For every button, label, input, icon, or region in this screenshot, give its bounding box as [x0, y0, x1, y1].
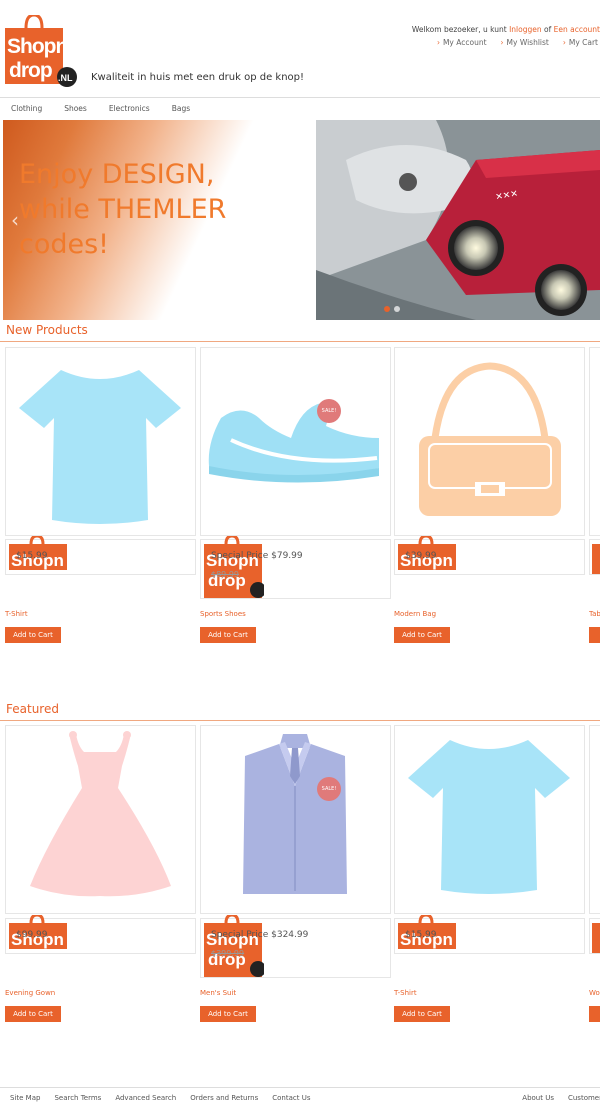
product-name[interactable]: T-Shirt: [5, 610, 28, 618]
footer-divider: [0, 1087, 600, 1088]
watermark-logo-icon: [592, 923, 600, 953]
slider-line-2: while THEMLER: [19, 194, 227, 225]
add-to-cart-button[interactable]: [589, 627, 600, 643]
product-image-tshirt[interactable]: [394, 725, 585, 914]
add-to-cart-button[interactable]: [589, 1006, 600, 1022]
special-price-value: $79.99: [271, 551, 303, 561]
watermark-logo-icon: Shopn drop: [204, 915, 264, 977]
site-logo[interactable]: Shopn drop .NL: [5, 13, 77, 90]
add-to-cart-button[interactable]: Add to Cart: [394, 1006, 450, 1022]
welcome-message: Welkom bezoeker, u kunt Inloggen of Een …: [412, 25, 600, 34]
product-image-sports-shoes[interactable]: SALE!: [200, 347, 391, 536]
slider-prev-icon[interactable]: ‹: [11, 208, 19, 232]
nav-item-bags[interactable]: Bags: [161, 104, 201, 113]
footer-link-search-terms[interactable]: Search Terms: [54, 1094, 101, 1102]
old-price: $89.99: [211, 570, 239, 579]
account-links: › My Account › My Wishlist › My Cart: [437, 38, 598, 47]
special-price-label: Special Price: [211, 930, 269, 940]
footer-link-customer[interactable]: Customer: [568, 1094, 600, 1102]
footer-link-about-us[interactable]: About Us: [522, 1094, 554, 1102]
add-to-cart-button[interactable]: Add to Cart: [394, 627, 450, 643]
section-divider: [0, 720, 600, 721]
price-box: [589, 918, 600, 954]
special-price-value: $324.99: [271, 930, 309, 940]
slider-line-1: Enjoy DESIGN,: [19, 159, 215, 190]
slider-headline: Enjoy DESIGN, while THEMLER codes!: [19, 157, 226, 262]
my-wishlist-link[interactable]: › My Wishlist: [501, 38, 549, 47]
main-nav: Clothing Shoes Electronics Bags: [0, 104, 201, 113]
add-to-cart-button[interactable]: Add to Cart: [5, 1006, 61, 1022]
product-price: $39.99: [405, 551, 437, 561]
nav-item-clothing[interactable]: Clothing: [0, 104, 53, 113]
product-image-mens-suit[interactable]: SALE!: [200, 725, 391, 914]
price-box: Shopn drop Special Price $79.99 $89.99: [200, 536, 391, 599]
tagline: Kwaliteit in huis met een druk op de kno…: [91, 72, 305, 83]
product-image-evening-gown[interactable]: [5, 725, 196, 914]
header-divider: [0, 97, 600, 98]
price-box: Shopn $15.99: [394, 915, 585, 954]
add-to-cart-button[interactable]: Add to Cart: [200, 627, 256, 643]
product-name[interactable]: Tab: [589, 610, 600, 618]
old-price: $399.99: [211, 949, 245, 958]
product-image-partial[interactable]: [589, 725, 600, 914]
price-box: Shopn drop Special Price $324.99 $399.99: [200, 915, 391, 978]
product-name[interactable]: T-Shirt: [394, 989, 417, 997]
price-box: Shopn $39.99: [394, 536, 585, 575]
add-to-cart-button[interactable]: Add to Cart: [5, 627, 61, 643]
create-account-link[interactable]: Een account: [554, 25, 600, 34]
slider-pagination: [384, 306, 400, 312]
section-title-new-products: New Products: [6, 323, 88, 337]
my-cart-link[interactable]: › My Cart: [563, 38, 598, 47]
footer-link-site-map[interactable]: Site Map: [10, 1094, 40, 1102]
product-image-modern-bag[interactable]: [394, 347, 585, 536]
chevron-right-icon: ›: [562, 38, 566, 47]
footer-link-contact-us[interactable]: Contact Us: [272, 1094, 310, 1102]
sale-badge: SALE!: [317, 399, 341, 423]
product-price: $99.99: [16, 930, 48, 940]
nav-item-shoes[interactable]: Shoes: [53, 104, 98, 113]
product-image-tshirt[interactable]: [5, 347, 196, 536]
add-to-cart-button[interactable]: Add to Cart: [200, 1006, 256, 1022]
logo-text-top: Shopn: [7, 35, 67, 58]
logo-text-bottom: drop: [9, 59, 52, 82]
chevron-right-icon: ›: [500, 38, 504, 47]
slider-line-3: codes!: [19, 229, 110, 260]
product-price: Special Price $79.99: [211, 551, 303, 561]
welcome-mid: of: [541, 25, 554, 34]
welcome-prefix: Welkom bezoeker, u kunt: [411, 25, 510, 34]
slider-photo-bike-light: ✕✕✕: [316, 120, 600, 320]
section-title-featured: Featured: [6, 702, 59, 716]
price-box: Shopn $99.99: [5, 915, 196, 954]
product-price: $15.99: [16, 551, 48, 561]
footer-links: Site Map Search Terms Advanced Search Or…: [10, 1094, 310, 1102]
chevron-right-icon: ›: [436, 38, 440, 47]
slider-dot-2[interactable]: [394, 306, 400, 312]
slider-dot-1[interactable]: [384, 306, 390, 312]
nav-item-electronics[interactable]: Electronics: [98, 104, 161, 113]
product-price: Special Price $324.99: [211, 930, 308, 940]
my-account-label: My Account: [442, 38, 487, 47]
section-divider: [0, 341, 600, 342]
footer-links-right: About Us Customer: [522, 1094, 600, 1102]
footer-link-advanced-search[interactable]: Advanced Search: [115, 1094, 176, 1102]
my-cart-label: My Cart: [568, 38, 598, 47]
my-account-link[interactable]: › My Account: [437, 38, 487, 47]
logo-suffix: .NL: [58, 73, 73, 83]
product-name[interactable]: Sports Shoes: [200, 610, 246, 618]
watermark-logo-icon: Shopn drop: [204, 536, 264, 598]
footer-link-orders-returns[interactable]: Orders and Returns: [190, 1094, 258, 1102]
special-price-label: Special Price: [211, 551, 269, 561]
product-name[interactable]: Modern Bag: [394, 610, 436, 618]
price-box: Shopn $15.99: [5, 536, 196, 575]
watermark-logo-icon: [592, 544, 600, 574]
product-name[interactable]: Wo: [589, 989, 600, 997]
sale-badge: SALE!: [317, 777, 341, 801]
product-name[interactable]: Men's Suit: [200, 989, 236, 997]
product-image-partial[interactable]: [589, 347, 600, 536]
my-wishlist-label: My Wishlist: [506, 38, 549, 47]
login-link[interactable]: Inloggen: [509, 25, 542, 34]
price-box: [589, 539, 600, 575]
product-name[interactable]: Evening Gown: [5, 989, 55, 997]
product-price: $15.99: [405, 930, 437, 940]
